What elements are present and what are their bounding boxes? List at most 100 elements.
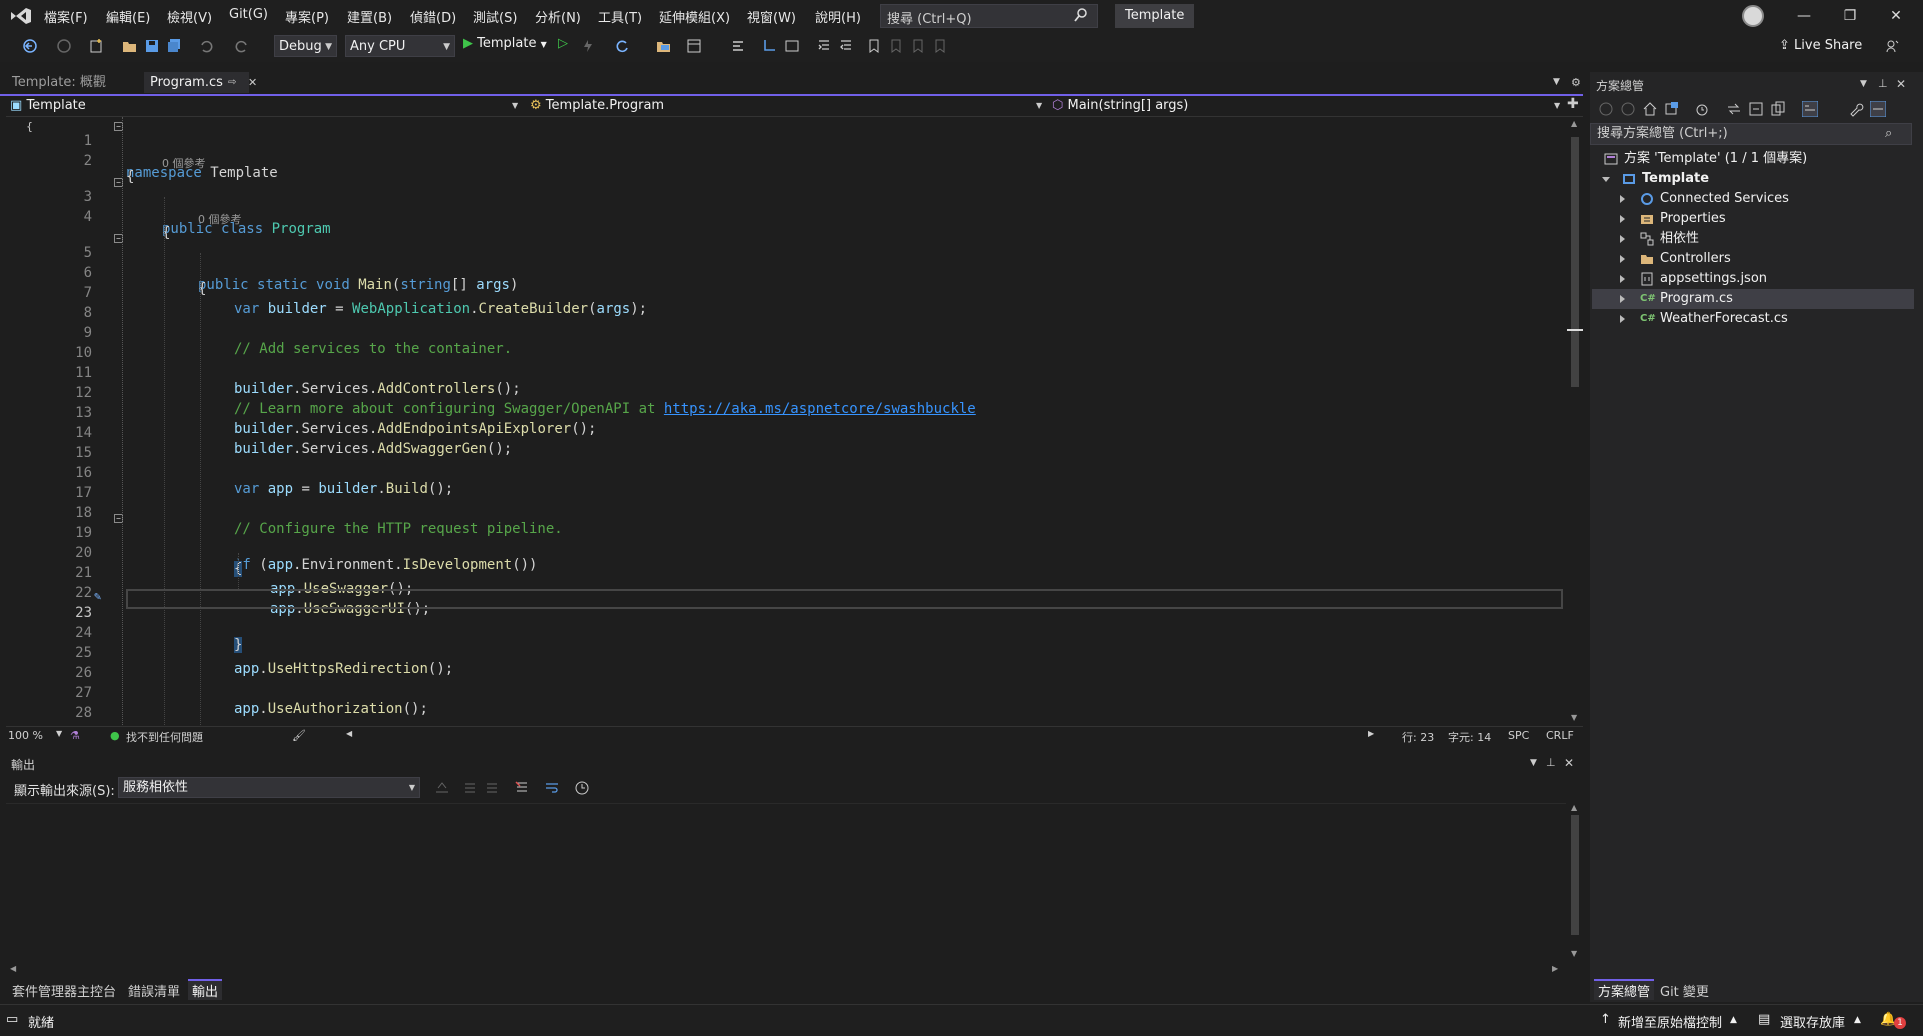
project-dropdown[interactable]: ▣ Template ▼ — [10, 96, 520, 116]
solution-platform-select[interactable]: Any CPU ▼ — [345, 35, 455, 57]
editor-scrollbar[interactable]: ▲ ▼ — [1566, 117, 1583, 725]
references-codelens[interactable]: 0 個參考 — [198, 211, 242, 227]
tree-item-program-cs[interactable]: C# Program.cs — [1592, 289, 1914, 309]
tab-output[interactable]: 輸出 — [188, 979, 223, 1000]
menu-analyze[interactable]: 分析(N) — [535, 7, 581, 26]
toggle-preview-icon[interactable] — [1870, 101, 1886, 117]
menu-view[interactable]: 檢視(V) — [167, 7, 212, 26]
references-codelens[interactable]: 0 個參考 — [162, 155, 206, 171]
hot-reload-icon[interactable] — [580, 38, 596, 54]
search-input[interactable]: 搜尋 (Ctrl+Q) — [880, 4, 1098, 28]
restart-icon[interactable] — [614, 38, 630, 54]
collapse-all-icon[interactable] — [1748, 101, 1764, 117]
collapsed-arrow-icon[interactable] — [1620, 195, 1625, 203]
collapsed-arrow-icon[interactable] — [1620, 235, 1625, 243]
close-window-icon[interactable]: ✕ — [1876, 4, 1916, 28]
line-ending[interactable]: CRLF — [1546, 729, 1574, 742]
select-repository-button[interactable]: 選取存放庫 — [1780, 1012, 1845, 1031]
code-cleanup-icon[interactable]: 🖌 — [292, 729, 306, 742]
tree-item-controllers[interactable]: Controllers — [1600, 249, 1922, 269]
menu-test[interactable]: 測試(S) — [473, 7, 517, 26]
menu-extensions[interactable]: 延伸模組(X) — [659, 7, 730, 26]
scroll-up-icon[interactable]: ▲ — [1571, 119, 1577, 128]
expanded-arrow-icon[interactable] — [1602, 177, 1610, 182]
menu-project[interactable]: 專案(P) — [285, 7, 329, 26]
sync-active-document-icon[interactable] — [1726, 101, 1742, 117]
new-project-icon[interactable] — [88, 38, 104, 54]
redo-icon[interactable] — [234, 38, 250, 54]
scroll-left-icon[interactable]: ◀ — [346, 729, 352, 738]
show-all-files-icon[interactable] — [1770, 101, 1786, 117]
start-debugging-button[interactable]: ▶ Template ▼ — [463, 36, 547, 51]
menu-tools[interactable]: 工具(T) — [598, 7, 642, 26]
scroll-down-icon[interactable]: ▼ — [1571, 949, 1577, 958]
find-message-icon[interactable] — [434, 780, 450, 796]
undo-icon[interactable] — [198, 38, 214, 54]
output-text-area[interactable] — [6, 803, 1566, 976]
feedback-icon[interactable] — [1884, 38, 1900, 54]
menu-edit[interactable]: 編輯(E) — [106, 7, 150, 26]
tab-template-overview[interactable]: Template: 概觀 — [6, 72, 112, 93]
collapsed-arrow-icon[interactable] — [1620, 295, 1625, 303]
close-icon[interactable]: ✕ — [1896, 77, 1906, 91]
scroll-thumb[interactable] — [1571, 137, 1579, 387]
window-position-icon[interactable]: ▼ — [1530, 758, 1537, 768]
save-icon[interactable] — [144, 38, 160, 54]
start-without-debugging-icon[interactable]: ▷ — [558, 36, 568, 51]
solution-search-input[interactable]: 搜尋方案總管 (Ctrl+;) ⌕ — [1590, 123, 1912, 145]
bookmark-next-icon[interactable] — [910, 38, 926, 54]
open-file-icon[interactable] — [122, 38, 138, 54]
tree-item-properties[interactable]: Properties — [1600, 209, 1922, 229]
split-editor-icon[interactable]: ✚ — [1567, 96, 1579, 112]
minimize-icon[interactable]: — — [1784, 4, 1824, 28]
whitespace-mode[interactable]: SPC — [1508, 729, 1529, 742]
indent-icon[interactable] — [816, 38, 832, 54]
collapsed-arrow-icon[interactable] — [1620, 255, 1625, 263]
column-indicator[interactable]: 字元: 14 — [1448, 729, 1491, 745]
save-all-icon[interactable] — [166, 38, 182, 54]
layout-icon[interactable] — [686, 38, 702, 54]
step-into-icon[interactable] — [762, 38, 778, 54]
prev-message-icon[interactable] — [462, 780, 478, 796]
pending-changes-filter-icon[interactable] — [1694, 101, 1710, 117]
next-message-icon[interactable] — [484, 780, 500, 796]
scroll-right-icon[interactable]: ▶ — [1368, 729, 1374, 738]
issues-status[interactable]: 找不到任何問題 — [126, 729, 203, 745]
output-status-icon[interactable]: ▭ — [6, 1012, 18, 1027]
settings-icon[interactable]: ⚙ — [1571, 76, 1581, 89]
member-dropdown[interactable]: ⬡ Main(string[] args) ▼ — [1052, 96, 1560, 116]
bookmark-icon[interactable] — [866, 38, 882, 54]
tab-error-list[interactable]: 錯誤清單 — [124, 981, 184, 1000]
collapsed-arrow-icon[interactable] — [1620, 215, 1625, 223]
intellicode-icon[interactable]: ⚗ — [70, 729, 80, 742]
preview-selected-icon[interactable] — [1802, 101, 1818, 117]
bookmark-prev-icon[interactable] — [888, 38, 904, 54]
tab-solution-explorer[interactable]: 方案總管 — [1594, 979, 1655, 1000]
scroll-up-icon[interactable]: ▲ — [1571, 803, 1577, 812]
visual-studio-logo[interactable] — [10, 6, 32, 26]
bookmark-clear-icon[interactable] — [932, 38, 948, 54]
output-source-select[interactable]: 服務相依性 ▼ — [118, 777, 420, 798]
tree-item-connected-services[interactable]: Connected Services — [1600, 189, 1922, 209]
window-position-icon[interactable]: ▼ — [1860, 79, 1867, 89]
menu-help[interactable]: 說明(H) — [815, 7, 861, 26]
tree-item-dependencies[interactable]: 相依性 — [1600, 229, 1922, 249]
chevron-up-icon[interactable]: ▲ — [1730, 1015, 1737, 1025]
scroll-down-icon[interactable]: ▼ — [1571, 713, 1577, 722]
type-dropdown[interactable]: ⚙ Template.Program ▼ — [530, 96, 1044, 116]
project-node[interactable]: Template — [1600, 169, 1922, 189]
tree-item-appsettings[interactable]: appsettings.json — [1600, 269, 1922, 289]
tab-git-changes[interactable]: Git 變更 — [1656, 981, 1713, 1000]
pin-icon[interactable]: ⇨ — [228, 72, 236, 93]
scroll-left-icon[interactable]: ◀ — [10, 964, 16, 973]
scroll-right-icon[interactable]: ▶ — [1552, 964, 1558, 973]
step-over-icon[interactable] — [784, 38, 800, 54]
add-source-control-button[interactable]: 新增至原始檔控制 — [1618, 1012, 1722, 1031]
zoom-level[interactable]: 100 % — [8, 729, 43, 742]
line-indicator[interactable]: 行: 23 — [1402, 729, 1434, 745]
browse-folder-icon[interactable] — [656, 38, 672, 54]
tree-item-weatherforecast[interactable]: C# WeatherForecast.cs — [1600, 309, 1922, 329]
menu-window[interactable]: 視窗(W) — [747, 7, 796, 26]
navigate-forward-icon[interactable] — [56, 38, 72, 54]
menu-file[interactable]: 檔案(F) — [44, 7, 88, 26]
